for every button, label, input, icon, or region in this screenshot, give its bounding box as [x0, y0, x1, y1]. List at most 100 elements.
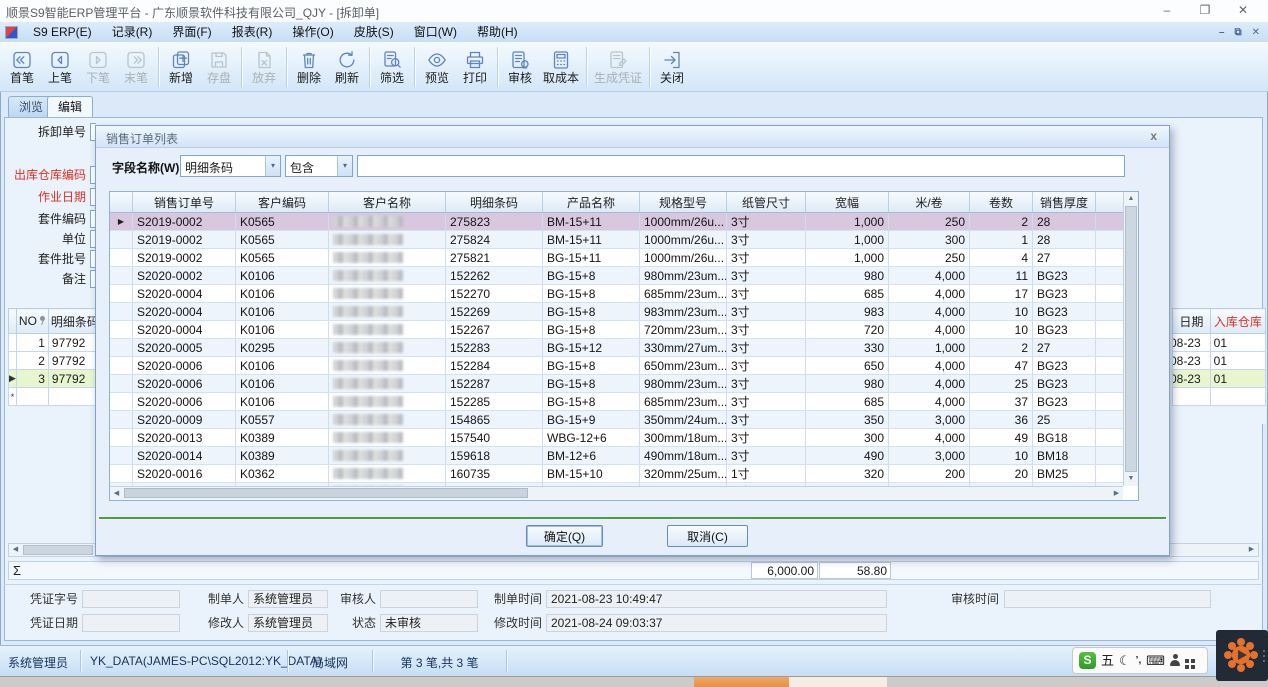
column-date[interactable]: 日期	[1173, 309, 1211, 334]
mdi-close-button[interactable]: ✕	[1252, 27, 1260, 38]
scroll-right-icon[interactable]: ▶	[1110, 488, 1123, 500]
form-label-5: 套件批号	[0, 251, 86, 267]
column-in-warehouse[interactable]: 入库仓库	[1210, 309, 1265, 334]
order-row[interactable]: S2020-0004K0106152267BG-15+8720mm/23um..…	[110, 321, 1123, 339]
column-header[interactable]: 米/卷	[889, 192, 970, 213]
orders-vscrollbar[interactable]: ▲ ▼	[1123, 192, 1138, 486]
toolbar-button-nav-prev[interactable]: 上笔	[42, 48, 78, 86]
menu-item-7[interactable]: 帮助(H)	[467, 22, 528, 42]
order-row[interactable]: S2020-0006K0106152284BG-15+8650mm/23um..…	[110, 357, 1123, 375]
order-row[interactable]: S2020-0006K0106152285BG-15+8685mm/23um..…	[110, 393, 1123, 411]
close-button[interactable]: ✕	[1224, 0, 1262, 22]
menu-item-1[interactable]: 记录(R)	[102, 22, 163, 42]
hscroll-thumb[interactable]	[23, 545, 93, 555]
taskbar-app[interactable]	[789, 677, 887, 687]
minimize-button[interactable]: –	[1148, 0, 1186, 22]
order-row[interactable]: ▶S2019-0002K0565275823BM-15+111000mm/26u…	[110, 213, 1123, 231]
column-no[interactable]: NO	[16, 309, 48, 334]
toolbar-button-delete[interactable]: 删除	[291, 48, 327, 86]
dialog-title-bar[interactable]: 销售订单列表 x	[96, 126, 1169, 148]
toolbar-button-close-doc[interactable]: 关闭	[654, 48, 690, 86]
new-row[interactable]: *	[9, 388, 96, 406]
menu-item-0[interactable]: S9 ERP(E)	[23, 22, 102, 42]
column-header[interactable]: 纸管尺寸	[727, 192, 806, 213]
chevron-down-icon[interactable]: ▾	[265, 156, 280, 176]
detail-row[interactable]: 197792	[9, 334, 96, 352]
dialog-close-icon[interactable]: x	[1150, 129, 1157, 143]
order-row[interactable]: S2019-0002K0565275821BG-15+111000mm/26u.…	[110, 249, 1123, 267]
order-row[interactable]: S2020-0016K0362160735BM-15+10320mm/25um.…	[110, 465, 1123, 483]
maximize-button[interactable]: ❐	[1186, 0, 1224, 22]
toolbar-button-filter[interactable]: 筛选	[374, 48, 410, 86]
column-header[interactable]: 产品名称	[543, 192, 640, 213]
scroll-left-icon[interactable]: ◀	[110, 488, 123, 500]
column-detail-barcode[interactable]: 明细条码	[48, 309, 95, 334]
modify-time-label: 修改时间	[480, 614, 542, 632]
mdi-restore-button[interactable]: ⧉	[1234, 27, 1241, 38]
order-row[interactable]: S2020-0013K0389157540WBG-12+6300mm/18um.…	[110, 429, 1123, 447]
toolbar-button-refresh[interactable]: 刷新	[329, 48, 365, 86]
grid-menu-icon[interactable]	[1185, 659, 1189, 663]
toolbar-button-preview[interactable]: 预览	[419, 48, 455, 86]
column-header[interactable]: 销售订单号	[133, 192, 236, 213]
toolbar-button-add[interactable]: 新增	[163, 48, 199, 86]
new-row[interactable]	[1173, 388, 1266, 406]
toolbar-button-nav-first[interactable]: 首笔	[4, 48, 40, 86]
order-row[interactable]: S2020-0004K0106152270BG-15+8685mm/23um..…	[110, 285, 1123, 303]
chevron-down-icon[interactable]: ▾	[337, 156, 352, 176]
toolbar-button-print[interactable]: 打印	[457, 48, 493, 86]
column-header[interactable]: 规格型号	[640, 192, 727, 213]
column-header[interactable]: 销售厚度	[1033, 192, 1096, 213]
moon-icon[interactable]: ☾	[1119, 653, 1131, 669]
order-row[interactable]: S2020-0009K0557154865BG-15+9350mm/24um..…	[110, 411, 1123, 429]
detail-row[interactable]: 297792	[9, 352, 96, 370]
ime-logo-icon[interactable]: S	[1079, 652, 1096, 669]
detail-row[interactable]: 08-2301	[1173, 370, 1266, 388]
orders-hscrollbar[interactable]: ◀ ▶	[110, 486, 1123, 500]
field-select[interactable]: 明细条码 ▾	[180, 155, 281, 177]
menu-item-6[interactable]: 窗口(W)	[404, 22, 467, 42]
keyboard-icon[interactable]: ⌨	[1146, 653, 1165, 669]
scroll-right-icon[interactable]: ▶	[1245, 544, 1258, 556]
scroll-left-icon[interactable]: ◀	[9, 544, 22, 556]
column-header[interactable]: 客户编码	[236, 192, 329, 213]
mdi-minimize-button[interactable]: –	[1219, 27, 1225, 38]
search-input[interactable]	[357, 155, 1125, 177]
menu-item-3[interactable]: 报表(R)	[222, 22, 283, 42]
operator-select[interactable]: 包含 ▾	[285, 155, 353, 177]
order-row[interactable]: S2020-0006K0106152287BG-15+8980mm/23um..…	[110, 375, 1123, 393]
vscroll-thumb[interactable]	[1125, 206, 1137, 472]
hscroll-thumb[interactable]	[124, 488, 528, 498]
order-row[interactable]: S2020-0002K0106152262BG-15+8980mm/23um..…	[110, 267, 1123, 285]
detail-row[interactable]: ▶397792	[9, 370, 96, 388]
column-header[interactable]: 卷数	[970, 192, 1033, 213]
ime-mode-icon[interactable]: 五	[1101, 653, 1114, 669]
order-row[interactable]: S2020-0014K0389159618BM-12+6490mm/18um..…	[110, 447, 1123, 465]
table-cell: 250	[889, 213, 970, 231]
column-header[interactable]: 客户名称	[329, 192, 446, 213]
toolbar-button-audit[interactable]: 审核	[502, 48, 538, 86]
menu-item-4[interactable]: 操作(O)	[282, 22, 343, 42]
person-icon[interactable]	[1170, 654, 1180, 667]
ok-button[interactable]: 确定(Q)	[526, 525, 603, 547]
taskbar-active-app[interactable]	[694, 677, 789, 687]
detail-row[interactable]: 08-2301	[1173, 334, 1266, 352]
toolbar-button-cost[interactable]: 取成本	[540, 48, 582, 86]
cancel-button[interactable]: 取消(C)	[667, 525, 748, 547]
order-row[interactable]: S2020-0005K0295152283BG-15+12330mm/27um.…	[110, 339, 1123, 357]
column-header[interactable]: 明细条码	[446, 192, 543, 213]
scroll-down-icon[interactable]: ▼	[1124, 473, 1138, 485]
table-cell: K0106	[236, 267, 329, 285]
detail-row[interactable]: 08-2301	[1173, 352, 1266, 370]
menu-item-2[interactable]: 界面(F)	[162, 22, 221, 42]
column-header[interactable]: 米数	[1096, 192, 1124, 213]
menu-item-5[interactable]: 皮肤(S)	[344, 22, 404, 42]
order-row[interactable]: S2019-0002K0565275824BM-15+111000mm/26u.…	[110, 231, 1123, 249]
tab-edit[interactable]: 编辑	[47, 96, 93, 117]
order-row[interactable]: S2020-0004K0106152269BG-15+8983mm/23um..…	[110, 303, 1123, 321]
punctuation-icon[interactable]: ’,	[1136, 653, 1142, 669]
column-header[interactable]: 宽幅	[806, 192, 889, 213]
discard-icon	[253, 49, 275, 71]
scroll-up-icon[interactable]: ▲	[1124, 193, 1138, 205]
floating-app-widget[interactable]	[1216, 630, 1268, 681]
